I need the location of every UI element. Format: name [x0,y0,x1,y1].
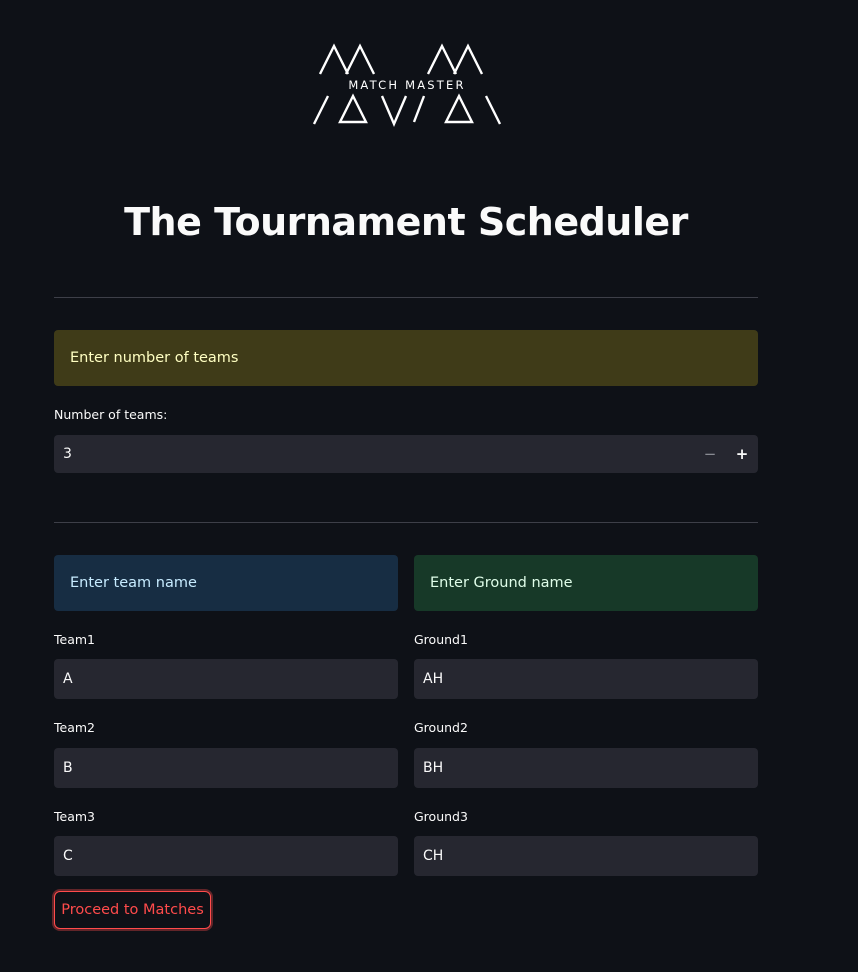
app-page: MATCH MASTER The Tournament Scheduler En… [0,0,858,972]
ground-name-success-alert: Enter Ground name [414,555,758,611]
team3-value: C [63,848,73,864]
ground1-input[interactable]: AH [414,659,758,699]
alert-text: Enter team name [70,575,197,591]
number-of-teams-label: Number of teams: [54,407,168,422]
logo-text: MATCH MASTER [348,78,465,92]
alert-text: Enter number of teams [70,350,239,366]
team2-label: Team2 [54,720,95,735]
team2-input[interactable]: B [54,748,398,788]
ground1-label: Ground1 [414,632,468,647]
team3-input[interactable]: C [54,836,398,876]
increment-button[interactable]: + [726,435,758,473]
team3-label: Team3 [54,809,95,824]
divider [54,522,758,523]
ground3-input[interactable]: CH [414,836,758,876]
ground2-input[interactable]: BH [414,748,758,788]
team-name-info-alert: Enter team name [54,555,398,611]
ground1-value: AH [423,671,444,687]
ground3-label: Ground3 [414,809,468,824]
number-value: 3 [63,446,72,462]
divider [54,297,758,298]
plus-icon: + [735,445,749,463]
ground2-label: Ground2 [414,720,468,735]
match-master-logo: MATCH MASTER [298,42,516,128]
page-title: The Tournament Scheduler [124,200,688,244]
team1-value: A [63,671,73,687]
proceed-to-matches-button[interactable]: Proceed to Matches [54,891,211,929]
decrement-button[interactable]: − [694,435,726,473]
team2-value: B [63,760,73,776]
minus-icon: − [703,445,717,463]
teams-warning-alert: Enter number of teams [54,330,758,386]
ground2-value: BH [423,760,444,776]
number-of-teams-input[interactable]: 3 − + [54,435,758,473]
team1-label: Team1 [54,632,95,647]
alert-text: Enter Ground name [430,575,573,591]
team1-input[interactable]: A [54,659,398,699]
ground3-value: CH [423,848,444,864]
